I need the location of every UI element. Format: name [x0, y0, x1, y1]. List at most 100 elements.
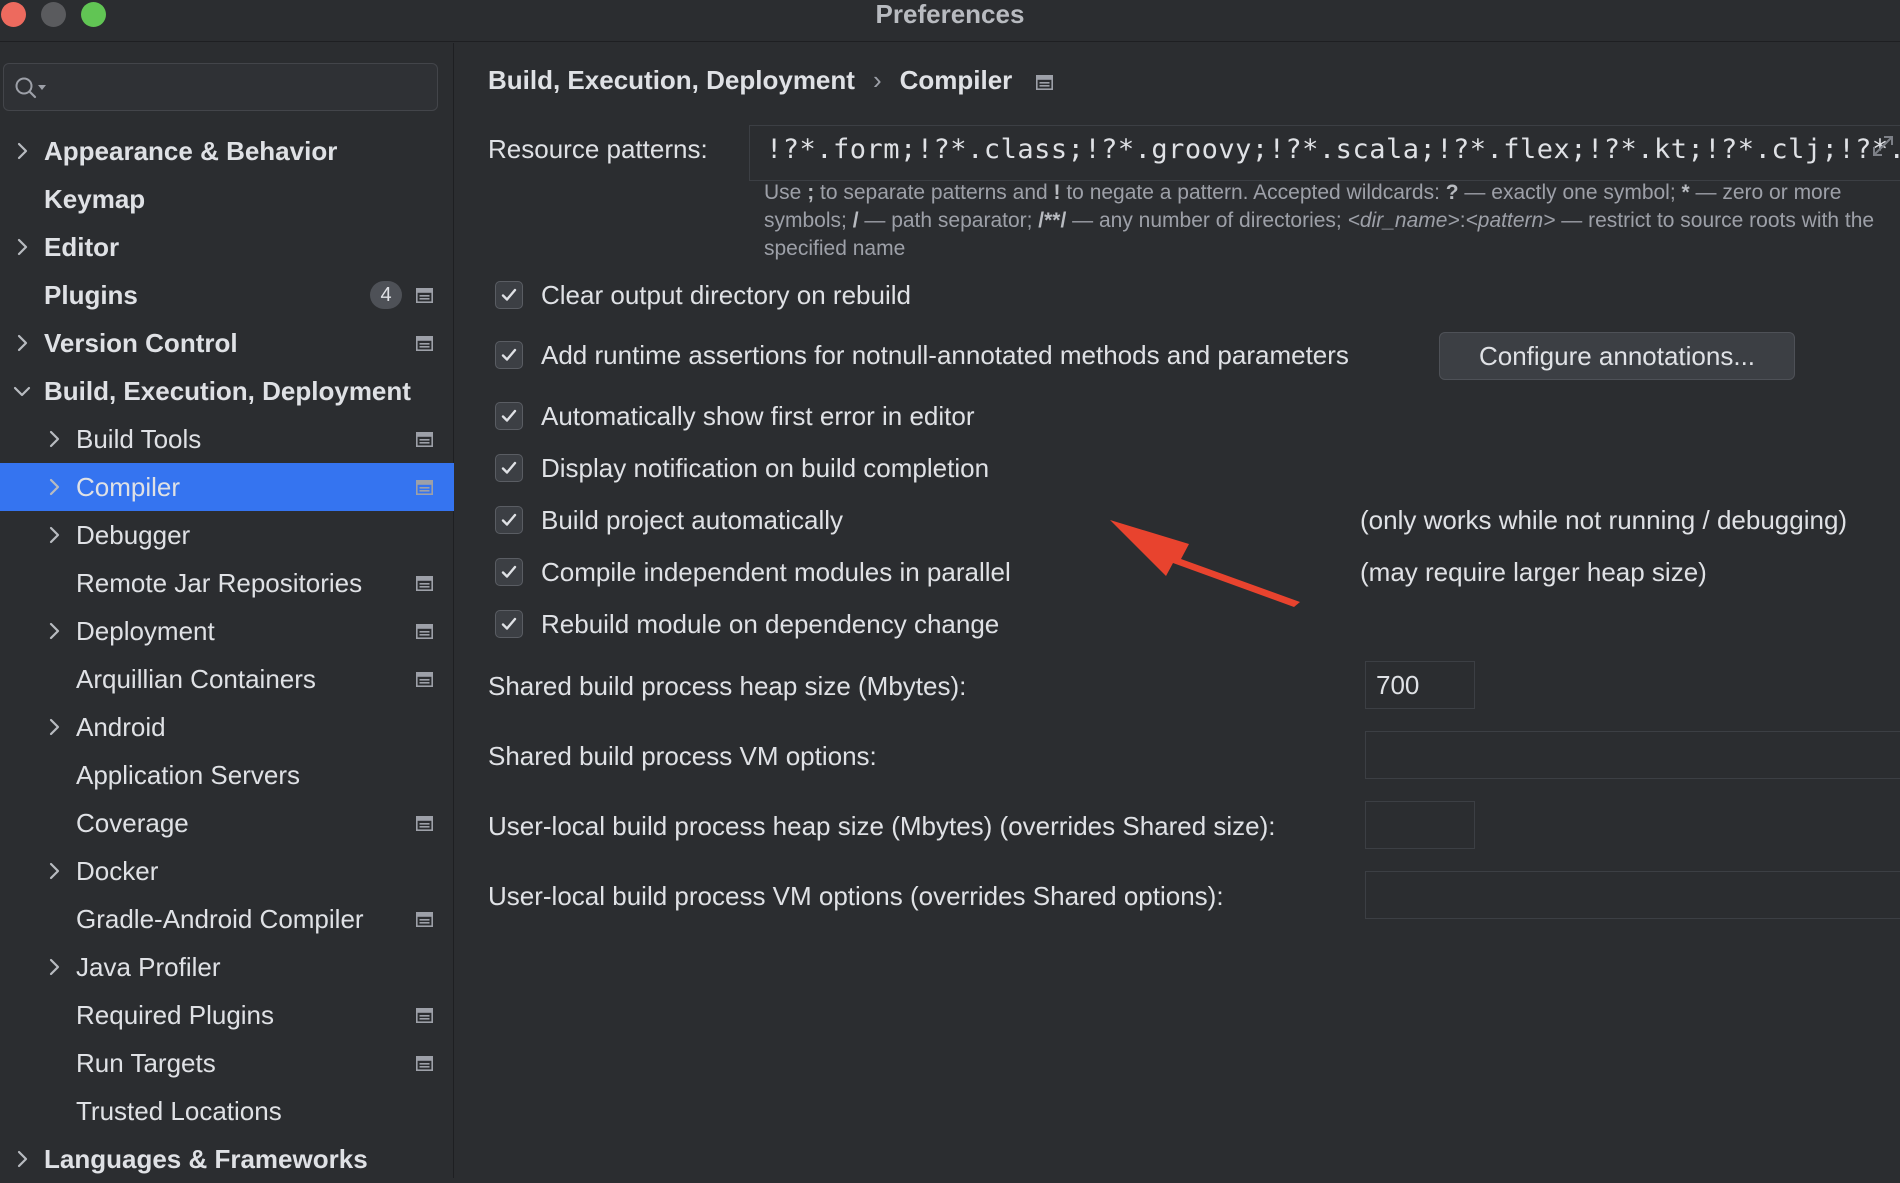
chevron-right-icon[interactable]	[44, 957, 64, 977]
chevron-right-icon[interactable]	[44, 621, 64, 641]
chevron-right-icon[interactable]	[12, 1149, 32, 1169]
checkbox-label: Clear output directory on rebuild	[541, 280, 911, 310]
user-local-vm-options-input[interactable]	[1365, 871, 1900, 919]
sidebar-item-label: Editor	[44, 232, 120, 262]
user-local-vm-options-label: User-local build process VM options (ove…	[488, 881, 1224, 911]
checkmark-icon	[501, 513, 517, 526]
project-scope-icon	[416, 480, 433, 495]
sidebar-item-label: Deployment	[76, 616, 215, 646]
sidebar-item-version-control[interactable]: Version Control	[0, 319, 454, 367]
checkbox-checked[interactable]	[495, 454, 523, 482]
sidebar-item-remote-jar-repositories[interactable]: Remote Jar Repositories	[0, 559, 454, 607]
sidebar-item-required-plugins[interactable]: Required Plugins	[0, 991, 454, 1039]
title-bar: Preferences	[0, 0, 1900, 42]
user-local-heap-size-label: User-local build process heap size (Mbyt…	[488, 811, 1276, 841]
checkmark-icon	[501, 348, 517, 361]
resource-patterns-hint: Use ; to separate patterns and ! to nega…	[764, 181, 1875, 260]
chevron-right-icon[interactable]	[44, 477, 64, 497]
sidebar-item-label: Gradle-Android Compiler	[76, 904, 364, 934]
project-scope-icon	[416, 1056, 433, 1071]
sidebar-item-application-servers[interactable]: Application Servers	[0, 751, 454, 799]
sidebar-item-plugins[interactable]: Plugins 4	[0, 271, 454, 319]
checkmark-icon	[501, 409, 517, 422]
project-scope-icon	[416, 624, 433, 639]
sidebar-item-debugger[interactable]: Debugger	[0, 511, 454, 559]
sidebar-item-label: Run Targets	[76, 1048, 216, 1078]
sidebar-item-languages-and-frameworks[interactable]: Languages & Frameworks	[0, 1135, 454, 1183]
sidebar-item-label: Debugger	[76, 520, 191, 550]
checkbox-label: Display notification on build completion	[541, 453, 990, 483]
checkbox-checked[interactable]	[495, 281, 523, 309]
resource-patterns-input[interactable]: !?*.form;!?*.class;!?*.groovy;!?*.scala;…	[749, 125, 1900, 181]
sidebar-item-keymap[interactable]: Keymap	[0, 175, 454, 223]
project-scope-icon	[1036, 75, 1054, 90]
sidebar-item-label: Android	[76, 712, 166, 742]
sidebar-item-label: Build, Execution, Deployment	[44, 376, 411, 406]
checkbox-checked[interactable]	[495, 506, 523, 534]
sidebar-item-deployment[interactable]: Deployment	[0, 607, 454, 655]
sidebar-item-java-profiler[interactable]: Java Profiler	[0, 943, 454, 991]
chevron-right-icon[interactable]	[12, 333, 32, 353]
chevron-right-icon[interactable]	[44, 525, 64, 545]
sidebar-item-build-execution-deployment[interactable]: Build, Execution, Deployment	[0, 367, 454, 415]
checkbox-label: Rebuild module on dependency change	[541, 609, 1000, 639]
sidebar-item-label: Build Tools	[76, 424, 202, 454]
project-scope-icon	[416, 576, 433, 591]
sidebar-item-docker[interactable]: Docker	[0, 847, 454, 895]
checkmark-icon	[501, 565, 517, 578]
sidebar-item-compiler[interactable]: Compiler	[0, 463, 454, 511]
shared-vm-options-input[interactable]	[1365, 731, 1900, 779]
sidebar-item-label: Remote Jar Repositories	[76, 568, 363, 598]
resource-patterns-value: !?*.form;!?*.class;!?*.groovy;!?*.scala;…	[766, 134, 1900, 165]
checkbox-checked[interactable]	[495, 341, 523, 369]
compiler-settings-panel: Build, Execution, Deployment › Compiler Re…	[455, 43, 1900, 1178]
breadcrumb-separator: ›	[872, 65, 882, 95]
sidebar-item-label: Coverage	[76, 808, 189, 838]
sidebar-item-gradle-android-compiler[interactable]: Gradle-Android Compiler	[0, 895, 454, 943]
sidebar-item-label: Version Control	[44, 328, 238, 358]
chevron-down-icon[interactable]	[12, 381, 32, 401]
sidebar-item-label: Docker	[76, 856, 159, 886]
plugin-updates-badge: 4	[370, 281, 402, 309]
project-scope-icon	[416, 288, 433, 303]
breadcrumb-item-build-execution-deployment[interactable]: Build, Execution, Deployment	[488, 65, 855, 95]
window-title: Preferences	[875, 0, 1025, 29]
checkbox-label: Automatically show first error in editor	[541, 401, 975, 431]
project-scope-icon	[416, 1008, 433, 1023]
chevron-right-icon[interactable]	[44, 861, 64, 881]
sidebar-item-label: Arquillian Containers	[76, 664, 316, 694]
shared-vm-options-label: Shared build process VM options:	[488, 741, 877, 771]
project-scope-icon	[416, 816, 433, 831]
settings-search-box[interactable]	[3, 63, 438, 111]
chevron-right-icon[interactable]	[44, 717, 64, 737]
settings-tree: Appearance & Behavior Keymap Editor Plugins…	[0, 127, 454, 1183]
sidebar-item-label: Required Plugins	[76, 1000, 275, 1030]
sidebar-item-run-targets[interactable]: Run Targets	[0, 1039, 454, 1087]
checkmark-icon	[501, 617, 517, 630]
breadcrumb: Build, Execution, Deployment › Compiler	[488, 60, 1054, 100]
sidebar-item-android[interactable]: Android	[0, 703, 454, 751]
shared-heap-size-input[interactable]: 700	[1365, 661, 1475, 709]
chevron-right-icon[interactable]	[44, 429, 64, 449]
expand-field-icon[interactable]	[1870, 133, 1896, 159]
chevron-right-icon[interactable]	[12, 141, 32, 161]
breadcrumb-item-compiler: Compiler	[899, 65, 1013, 95]
sidebar-item-label: Languages & Frameworks	[44, 1144, 368, 1174]
sidebar-item-editor[interactable]: Editor	[0, 223, 454, 271]
sidebar-item-trusted-locations[interactable]: Trusted Locations	[0, 1087, 454, 1135]
user-local-heap-size-input[interactable]	[1365, 801, 1475, 849]
sidebar-item-label: Appearance & Behavior	[44, 136, 338, 166]
configure-annotations-button[interactable]: Configure annotations...	[1439, 332, 1795, 380]
settings-search-input[interactable]	[50, 64, 430, 110]
search-icon	[15, 77, 46, 99]
chevron-right-icon[interactable]	[12, 237, 32, 257]
checkbox-checked[interactable]	[495, 558, 523, 586]
checkbox-checked[interactable]	[495, 610, 523, 638]
sidebar-item-build-tools[interactable]: Build Tools	[0, 415, 454, 463]
sidebar-item-label: Application Servers	[76, 760, 300, 790]
sidebar-item-coverage[interactable]: Coverage	[0, 799, 454, 847]
checkbox-checked[interactable]	[495, 402, 523, 430]
sidebar-item-appearance-and-behavior[interactable]: Appearance & Behavior	[0, 127, 454, 175]
sidebar-item-arquillian-containers[interactable]: Arquillian Containers	[0, 655, 454, 703]
build-automatically-note: (only works while not running / debuggin…	[1360, 505, 1848, 535]
